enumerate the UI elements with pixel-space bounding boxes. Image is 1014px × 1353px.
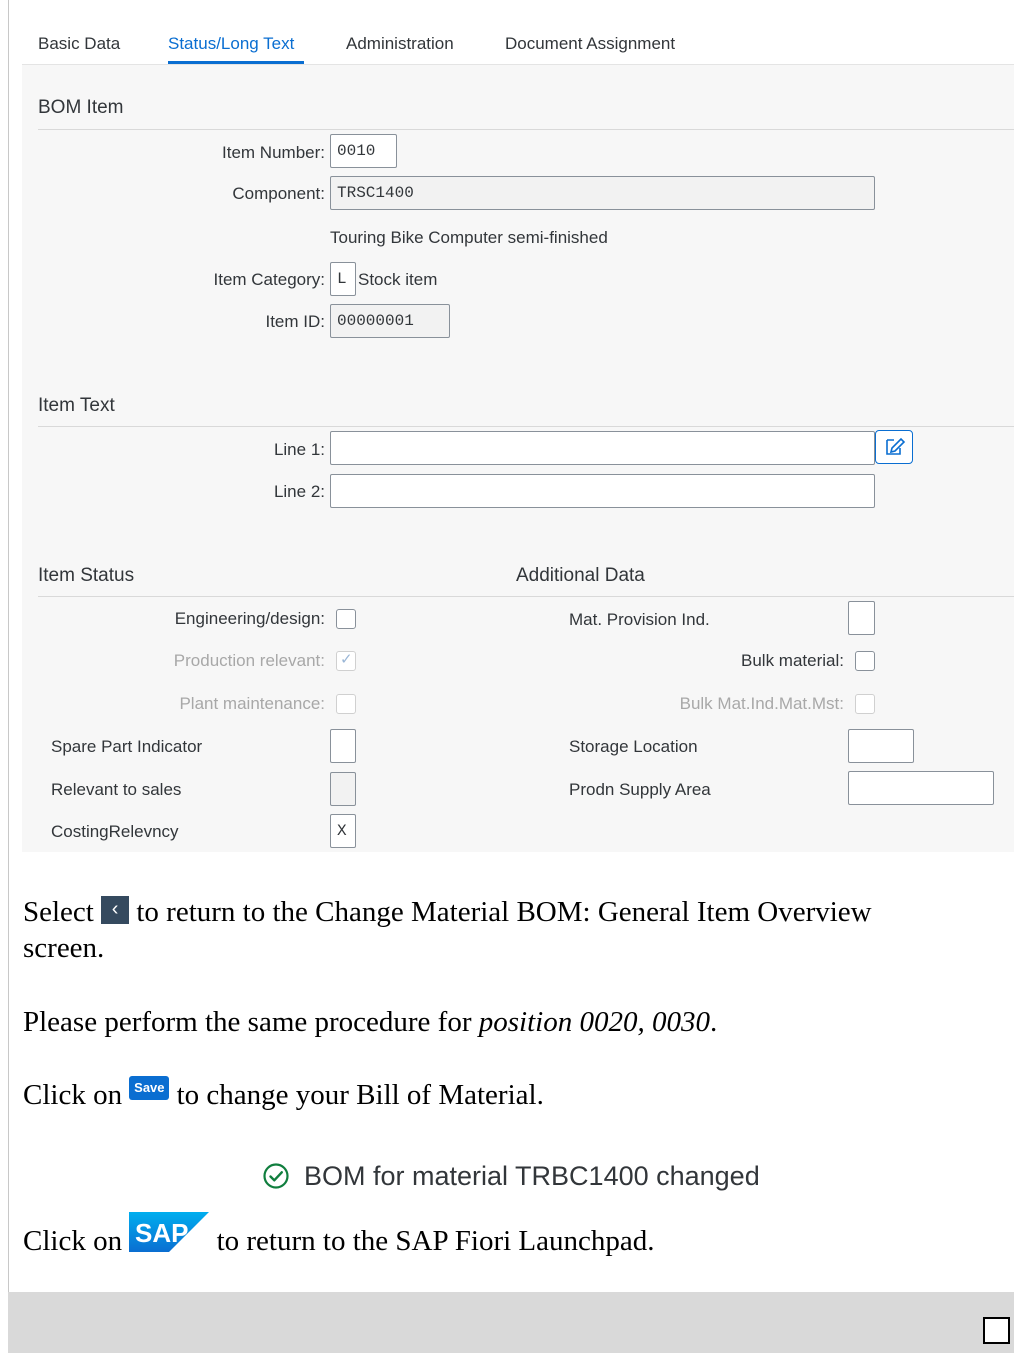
engineering-design-checkbox[interactable] [336,609,356,629]
checkmark-icon: ✓ [340,651,353,668]
instruction-text: to change your Bill of Material. [176,1079,544,1111]
section-title-bom-item: BOM Item [38,97,124,118]
section-title-additional-data: Additional Data [516,565,645,586]
mat-provision-ind-label: Mat. Provision Ind. [569,610,710,629]
tab-basic-data[interactable]: Basic Data [38,34,120,54]
component-field: TRSC1400 [330,176,875,210]
pencil-edit-icon [886,437,906,455]
success-message-text: BOM for material TRBC1400 changed [304,1160,760,1191]
plant-maintenance-checkbox [336,694,356,714]
item-id-label: Item ID: [265,312,325,331]
spare-part-indicator-field[interactable] [330,729,356,763]
item-id-field: 00000001 [330,304,450,338]
relevant-to-sales-label: Relevant to sales [51,780,182,799]
spare-part-indicator-label: Spare Part Indicator [51,737,203,756]
instruction-text: Click on [23,1225,123,1257]
instruction-click-save: Click on Save to change your Bill of Mat… [23,1076,544,1112]
costing-relevancy-label: CostingRelevncy [51,822,179,841]
bulk-material-checkbox[interactable] [855,651,875,671]
storage-location-label: Storage Location [569,737,698,756]
success-message: BOM for material TRBC1400 changed [262,1156,760,1196]
mat-provision-ind-field[interactable] [848,601,875,635]
section-title-item-text: Item Text [38,395,115,416]
instruction-screen-continuation: screen. [23,932,105,964]
line1-input[interactable] [330,431,875,465]
item-category-field[interactable]: L [330,262,356,296]
instruction-text: to return to the SAP Fiori Launchpad. [216,1225,655,1257]
production-relevant-checkbox: ✓ [336,651,356,671]
item-number-label: Item Number: [222,143,325,162]
instruction-positions: position 0020, 0030 [478,1006,710,1038]
section-divider [38,596,1014,597]
document-left-border [8,0,9,1292]
component-label: Component: [232,184,325,203]
instruction-perform-procedure: Please perform the same procedure for po… [23,1006,717,1039]
bulk-material-label: Bulk material: [741,651,844,670]
prodn-supply-area-label: Prodn Supply Area [569,780,711,799]
section-title-item-status: Item Status [38,565,135,586]
instruction-text: . [709,1006,718,1038]
instruction-text: to return to the Change Material BOM: Ge… [136,896,872,928]
bulk-mat-ind-mat-mst-label: Bulk Mat.Ind.Mat.Mst: [679,694,844,713]
item-number-field[interactable]: 0010 [330,134,397,168]
instruction-text: Select [23,896,94,928]
active-tab-indicator [168,61,304,64]
prodn-supply-area-field[interactable] [848,771,994,805]
sap-logo-icon: SAP [129,1212,210,1252]
instruction-text: Click on [23,1079,123,1111]
page-footer-bar [8,1292,1014,1353]
line2-input[interactable] [330,474,875,508]
line1-label: Line 1: [273,440,325,459]
save-button-icon: Save [129,1076,170,1100]
production-relevant-label: Production relevant: [173,651,325,670]
engineering-design-label: Engineering/design: [174,609,325,628]
relevant-to-sales-field [330,772,356,806]
item-category-label: Item Category: [213,270,326,289]
bulk-mat-ind-mat-mst-checkbox [855,694,875,714]
footer-square-icon [983,1317,1010,1344]
costing-relevancy-field[interactable]: X [330,814,356,848]
tab-status-long-text[interactable]: Status/Long Text [168,34,294,54]
sap-item-detail-screenshot: Basic Data Status/Long Text Administrati… [22,0,1014,852]
line2-label: Line 2: [273,482,325,501]
tab-bar: Basic Data Status/Long Text Administrati… [22,0,1014,65]
instruction-click-sap: Click on SAP to return to the SAP Fiori … [23,1212,654,1258]
sap-logo-text: SAP [135,1218,188,1248]
edit-long-text-button[interactable] [875,430,913,464]
section-divider [38,129,1014,130]
instruction-text: Please perform the same procedure for [23,1006,479,1038]
tab-document-assignment[interactable]: Document Assignment [505,34,675,54]
plant-maintenance-label: Plant maintenance: [179,694,325,713]
item-category-text: Stock item [358,270,438,289]
section-divider [38,426,1014,427]
storage-location-field[interactable] [848,729,914,763]
success-check-icon [263,1163,289,1189]
component-description: Touring Bike Computer semi-finished [330,228,608,247]
tab-administration[interactable]: Administration [346,34,454,54]
instruction-select-back: Select ‹ to return to the Change Materia… [23,896,872,929]
back-chevron-icon: ‹ [101,896,130,924]
